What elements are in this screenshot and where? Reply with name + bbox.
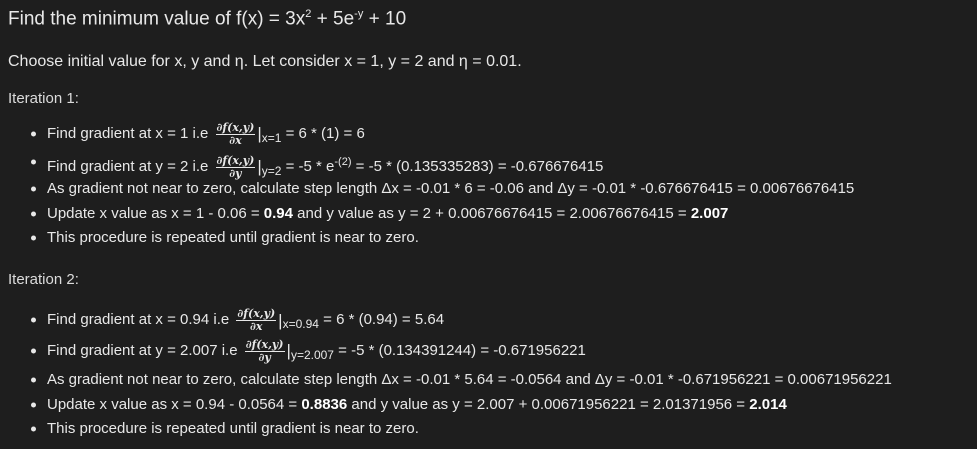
update-item: Update x value as x = 1 - 0.06 = 0.94 an… (0, 202, 854, 226)
repeat-note-item: This procedure is repeated until gradien… (0, 226, 854, 250)
gradient-y-item: Find gradient at y = 2 i.e ∂f(x,y) ∂y |y=2… (0, 148, 854, 179)
gradient-y-item: Find gradient at y = 2.007 i.e ∂f(x,y) ∂y… (0, 336, 892, 366)
step-length-item: As gradient not near to zero, calculate … (0, 176, 854, 202)
page-title: Find the minimum value of f(x) = 3x2 + 5… (8, 8, 407, 30)
gradient-x-item: Find gradient at x = 1 i.e ∂f(x,y) ∂x |x=1… (0, 120, 854, 148)
partial-derivative-y: ∂f(x,y) ∂y (244, 337, 285, 364)
gradient-x-item: Find gradient at x = 0.94 i.e ∂f(x,y) ∂x |… (0, 303, 892, 336)
step-length-item: As gradient not near to zero, calculate … (0, 366, 892, 393)
update-item: Update x value as x = 0.94 - 0.0564 = 0.… (0, 393, 892, 417)
intro-text: Choose initial value for x, y and η. Let… (8, 53, 522, 70)
iteration-1-heading: Iteration 1: (8, 90, 79, 107)
partial-derivative-x: ∂f(x,y) ∂x (236, 306, 277, 333)
partial-derivative-x: ∂f(x,y) ∂x (215, 120, 256, 147)
repeat-note-item: This procedure is repeated until gradien… (0, 417, 892, 441)
iteration-1-steps: Find gradient at x = 1 i.e ∂f(x,y) ∂x |x=1… (0, 120, 854, 250)
iteration-2-steps: Find gradient at x = 0.94 i.e ∂f(x,y) ∂x |… (0, 303, 892, 441)
iteration-2-heading: Iteration 2: (8, 271, 79, 288)
